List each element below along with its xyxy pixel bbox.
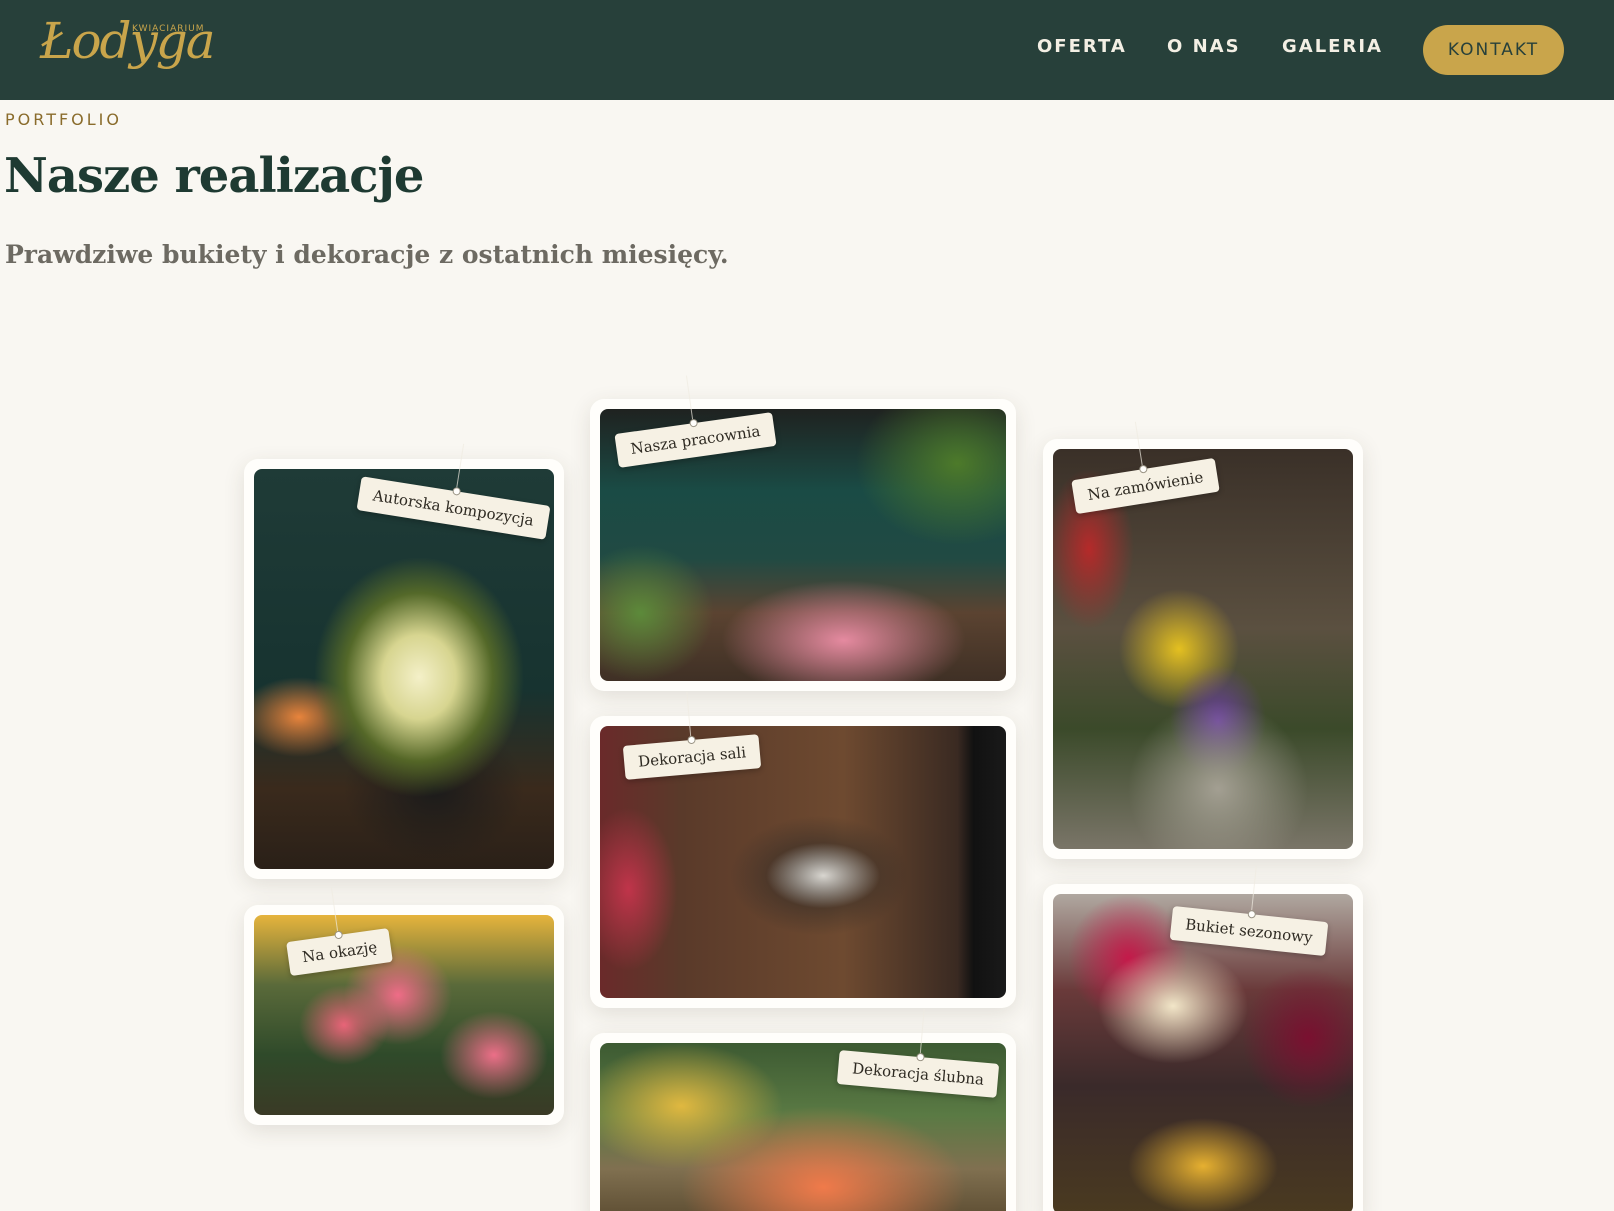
gallery-card-dekoracja-slubna[interactable]: Dekoracja ślubna xyxy=(590,1033,1016,1211)
gallery-card-na-zamowienie[interactable]: Na zamówienie xyxy=(1043,439,1363,859)
logo-tagline: KWIACIARIUM xyxy=(132,24,205,34)
logo-script: Łodyga xyxy=(40,12,216,70)
gallery-card-dekoracja-sali[interactable]: Dekoracja sali xyxy=(590,716,1016,1008)
nav-link-o-nas[interactable]: O NAS xyxy=(1167,36,1241,57)
gallery-card-autorska-kompozycja[interactable]: Autorska kompozycja xyxy=(244,459,564,879)
gallery-card-na-okazje[interactable]: Na okazję xyxy=(244,905,564,1125)
nav-link-oferta[interactable]: OFERTA xyxy=(1037,36,1127,57)
page-title: Nasze realizacje xyxy=(4,148,424,204)
page-subtitle: Prawdziwe bukiety i dekoracje z ostatnic… xyxy=(5,240,729,269)
logo[interactable]: Łodyga KWIACIARIUM xyxy=(40,10,216,85)
site-header: Łodyga KWIACIARIUM OFERTA O NAS GALERIA … xyxy=(0,0,1614,100)
gallery-card-bukiet-sezonowy[interactable]: Bukiet sezonowy xyxy=(1043,884,1363,1211)
section-eyebrow: PORTFOLIO xyxy=(5,110,122,129)
gallery-card-nasza-pracownia[interactable]: Nasza pracownia xyxy=(590,399,1016,691)
contact-button[interactable]: KONTAKT xyxy=(1423,25,1564,75)
nav-link-galeria[interactable]: GALERIA xyxy=(1282,36,1383,57)
